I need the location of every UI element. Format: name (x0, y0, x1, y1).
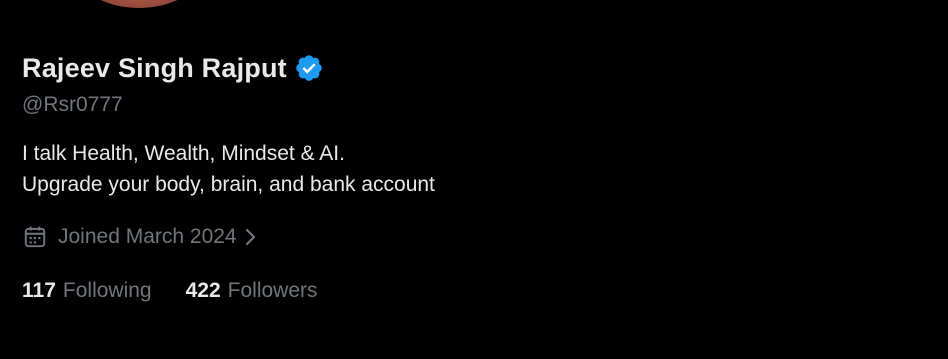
bio-line: I talk Health, Wealth, Mindset & AI. (22, 142, 345, 165)
user-handle: @Rsr0777 (22, 93, 123, 116)
avatar-container[interactable] (74, 0, 204, 12)
followers-label: Followers (227, 279, 318, 302)
follow-stats: 117 Following 422 Followers (22, 276, 922, 306)
calendar-icon (22, 224, 48, 250)
followers-count: 422 (185, 279, 221, 302)
bio: I talk Health, Wealth, Mindset & AI. Upg… (22, 138, 922, 200)
name-row: Rajeev Singh Rajput (22, 50, 922, 86)
bio-line: Upgrade your body, brain, and bank accou… (22, 173, 435, 196)
following-label: Following (62, 279, 152, 302)
verified-badge-icon[interactable] (294, 53, 324, 83)
profile-info: Rajeev Singh Rajput @Rsr0777 I talk Heal… (22, 50, 922, 306)
following-link[interactable]: 117 Following (22, 279, 152, 303)
joined-date-button[interactable]: Joined March 2024 (22, 222, 922, 252)
following-count: 117 (22, 279, 56, 302)
followers-link[interactable]: 422 Followers (186, 279, 318, 303)
avatar[interactable] (74, 0, 204, 12)
joined-date-text: Joined March 2024 (58, 225, 237, 248)
display-name: Rajeev Singh Rajput (22, 52, 287, 83)
chevron-right-icon (241, 225, 261, 249)
